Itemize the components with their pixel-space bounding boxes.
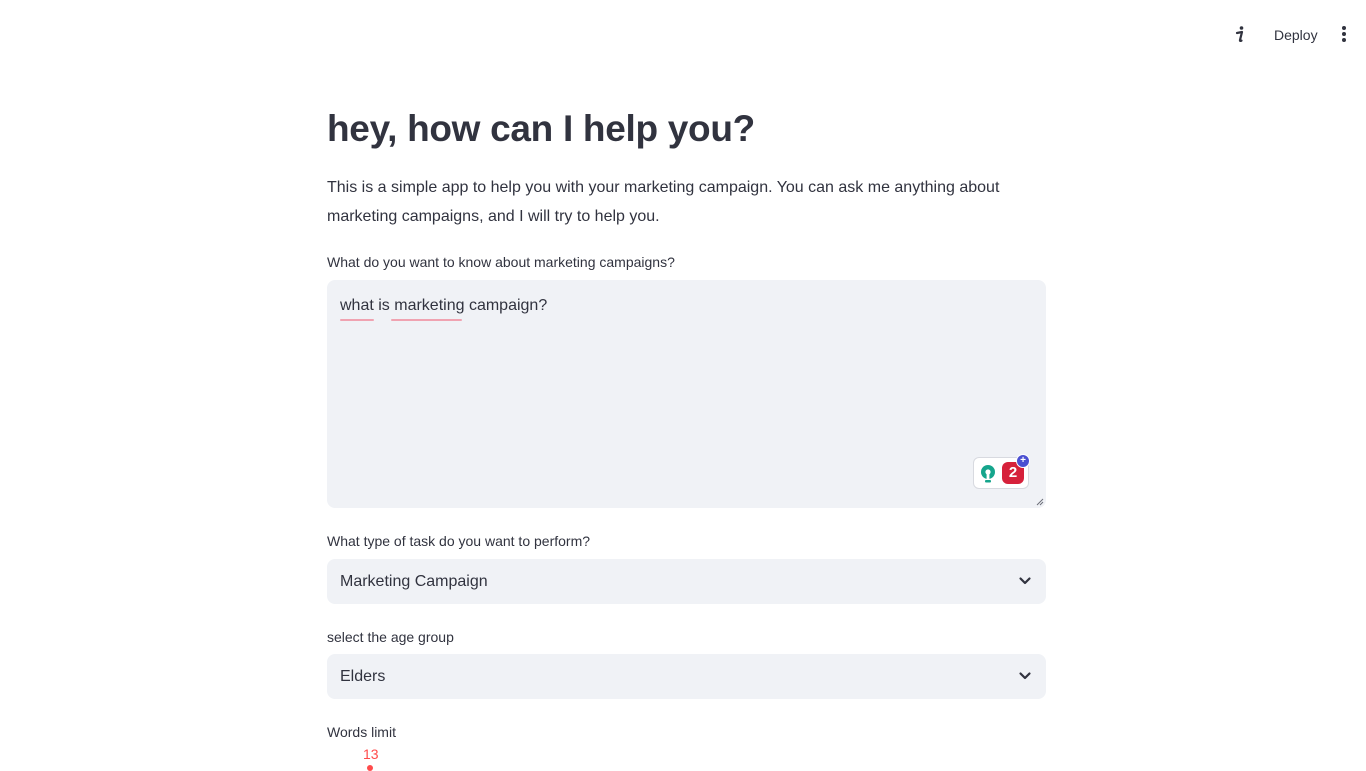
age-group-label: select the age group	[327, 629, 454, 645]
page-title: hey, how can I help you?	[327, 108, 755, 149]
grammar-checker-widget[interactable]: 2 +	[973, 454, 1030, 489]
age-group-select-value: Elders	[340, 668, 386, 685]
intro-text: This is a simple app to help you with yo…	[327, 179, 1000, 225]
question-textarea-container: what is marketing campaign? 2 +	[327, 280, 1046, 508]
spellcheck-underline	[340, 319, 374, 321]
task-select-value: Marketing Campaign	[340, 573, 488, 590]
words-limit-slider-value: 13	[363, 746, 379, 762]
task-label: What type of task do you want to perform…	[327, 533, 591, 549]
resize-handle-icon[interactable]	[1036, 498, 1044, 506]
words-limit-slider-thumb[interactable]	[367, 765, 373, 771]
question-label: What do you want to know about marketing…	[327, 254, 675, 270]
spellcheck-underline	[391, 319, 462, 321]
task-select[interactable]: Marketing Campaign	[327, 559, 1046, 604]
deploy-button[interactable]: Deploy	[1266, 22, 1326, 48]
plus-icon: +	[1016, 454, 1030, 468]
info-icon[interactable]	[1230, 22, 1250, 46]
more-vertical-icon[interactable]	[1334, 22, 1354, 46]
top-toolbar: Deploy	[0, 0, 1366, 68]
question-textarea[interactable]: what is marketing campaign?	[327, 280, 1046, 508]
words-limit-label: Words limit	[327, 724, 396, 740]
age-group-select[interactable]: Elders	[327, 654, 1046, 699]
chevron-down-icon	[1019, 672, 1031, 680]
chevron-down-icon	[1019, 577, 1031, 585]
lightbulb-icon	[981, 465, 995, 483]
